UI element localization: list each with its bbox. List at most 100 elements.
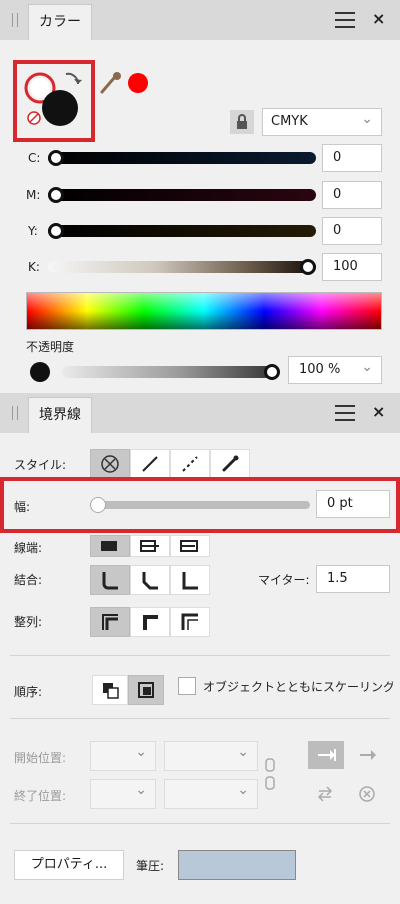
magenta-slider-knob[interactable] (48, 187, 64, 203)
black-slider-knob[interactable] (300, 259, 316, 275)
opacity-preview-swatch (30, 362, 50, 382)
close-icon[interactable]: × (372, 9, 385, 28)
style-label: スタイル: (14, 458, 67, 472)
align-outside-button[interactable] (170, 607, 210, 637)
lock-icon[interactable] (230, 110, 254, 134)
opacity-slider-knob[interactable] (264, 364, 280, 380)
start-position-label: 開始位置: (14, 751, 67, 765)
reset-icon (359, 786, 375, 802)
cyan-slider-track[interactable] (48, 152, 316, 164)
tab-stroke[interactable]: 境界線 (28, 397, 92, 433)
butt-cap-button[interactable] (90, 535, 130, 557)
brush-icon (222, 455, 239, 472)
round-join-button[interactable] (90, 565, 130, 595)
cyan-slider-knob[interactable] (48, 150, 64, 166)
align-center-button[interactable] (130, 607, 170, 637)
stroke-behind-fill-button[interactable] (92, 675, 128, 705)
no-stroke-button[interactable] (90, 449, 130, 479)
end-position-label: 終了位置: (14, 789, 67, 803)
section-divider (10, 823, 390, 824)
color-spectrum[interactable] (26, 292, 382, 330)
stroke-front-icon (138, 682, 154, 698)
section-divider (10, 655, 390, 656)
end-arrow-size-select[interactable] (164, 779, 258, 809)
black-value-field[interactable]: 100 (322, 253, 382, 281)
align-outside-icon (181, 613, 198, 630)
color-panel-tabbar: カラー × (0, 0, 400, 40)
opacity-value: 100 % (299, 362, 341, 377)
miter-value-field[interactable]: 1.5 (316, 565, 390, 593)
width-row-highlight (0, 477, 400, 533)
round-cap-button[interactable] (130, 535, 170, 557)
eyedropper-icon[interactable] (98, 70, 124, 96)
bevel-join-icon (142, 572, 158, 590)
drag-grip-icon[interactable] (12, 13, 18, 27)
butt-cap-icon (101, 541, 117, 551)
join-label: 結合: (14, 573, 43, 587)
order-buttons (92, 675, 164, 705)
brush-stroke-button[interactable] (210, 449, 250, 479)
align-center-icon (143, 615, 158, 630)
arrow-extend-icon (360, 750, 376, 760)
fill-stroke-highlight (13, 60, 95, 142)
current-color-swatch[interactable] (128, 73, 148, 93)
square-cap-button[interactable] (170, 535, 210, 557)
color-panel: カラー × CMYK C: 0 (0, 0, 400, 390)
black-slider-track[interactable] (48, 261, 316, 273)
slider-label-k: K: (28, 260, 40, 274)
arrow-extend-button[interactable] (350, 741, 386, 769)
clear-arrows-button[interactable] (352, 781, 382, 807)
slider-label-c: C: (28, 151, 41, 165)
no-stroke-icon (101, 455, 119, 473)
solid-line-icon (142, 456, 158, 472)
miter-label: マイター: (258, 573, 310, 587)
magenta-slider-track[interactable] (48, 189, 316, 201)
tab-color[interactable]: カラー (28, 4, 92, 40)
color-model-select[interactable]: CMYK (262, 108, 382, 136)
stroke-behind-icon (103, 683, 119, 699)
align-inside-button[interactable] (90, 607, 130, 637)
panel-menu-icon[interactable] (335, 405, 355, 421)
bevel-join-button[interactable] (130, 565, 170, 595)
end-arrow-select[interactable] (90, 779, 156, 809)
start-arrow-size-select[interactable] (164, 741, 258, 771)
align-inside-icon (102, 614, 118, 630)
scale-with-object-label: オブジェクトとともにスケーリング (203, 680, 393, 694)
opacity-label: 不透明度 (26, 340, 75, 354)
arrow-at-end-button[interactable] (308, 741, 344, 769)
miter-join-button[interactable] (170, 565, 210, 595)
dashed-stroke-button[interactable] (170, 449, 210, 479)
pressure-curve-swatch[interactable] (178, 850, 296, 880)
arrow-end-icon (318, 749, 336, 761)
opacity-value-select[interactable]: 100 % (288, 356, 382, 384)
scale-with-object-checkbox[interactable] (178, 677, 196, 695)
miter-join-icon (182, 572, 198, 590)
section-divider (10, 718, 390, 719)
opacity-slider-track[interactable] (62, 366, 276, 378)
solid-stroke-button[interactable] (130, 449, 170, 479)
link-scale-icon[interactable] (264, 745, 276, 805)
yellow-value-field[interactable]: 0 (322, 217, 382, 245)
drag-grip-icon[interactable] (12, 406, 18, 420)
cyan-value-field[interactable]: 0 (322, 144, 382, 172)
panel-menu-icon[interactable] (335, 12, 355, 28)
yellow-slider-track[interactable] (48, 225, 316, 237)
stroke-panel: 境界線 × スタイル: 幅: 0 pt 線端: 結合: マイター: 1.5 整列… (0, 393, 400, 904)
round-join-icon (102, 572, 118, 590)
color-model-value: CMYK (271, 114, 308, 129)
start-arrow-select[interactable] (90, 741, 156, 771)
join-buttons (90, 565, 210, 595)
cap-label: 線端: (14, 541, 43, 555)
square-cap-icon (180, 540, 198, 552)
magenta-value-field[interactable]: 0 (322, 181, 382, 209)
stroke-front-fill-button[interactable] (128, 675, 164, 705)
slider-label-y: Y: (28, 224, 38, 238)
slider-label-m: M: (26, 188, 41, 202)
close-icon[interactable]: × (372, 402, 385, 421)
stroke-style-buttons (90, 449, 250, 479)
yellow-slider-knob[interactable] (48, 223, 64, 239)
properties-button[interactable]: プロパティ... (14, 850, 124, 880)
dashed-line-icon (182, 456, 198, 472)
swap-arrows-button[interactable] (310, 781, 340, 807)
cap-buttons (90, 535, 210, 557)
